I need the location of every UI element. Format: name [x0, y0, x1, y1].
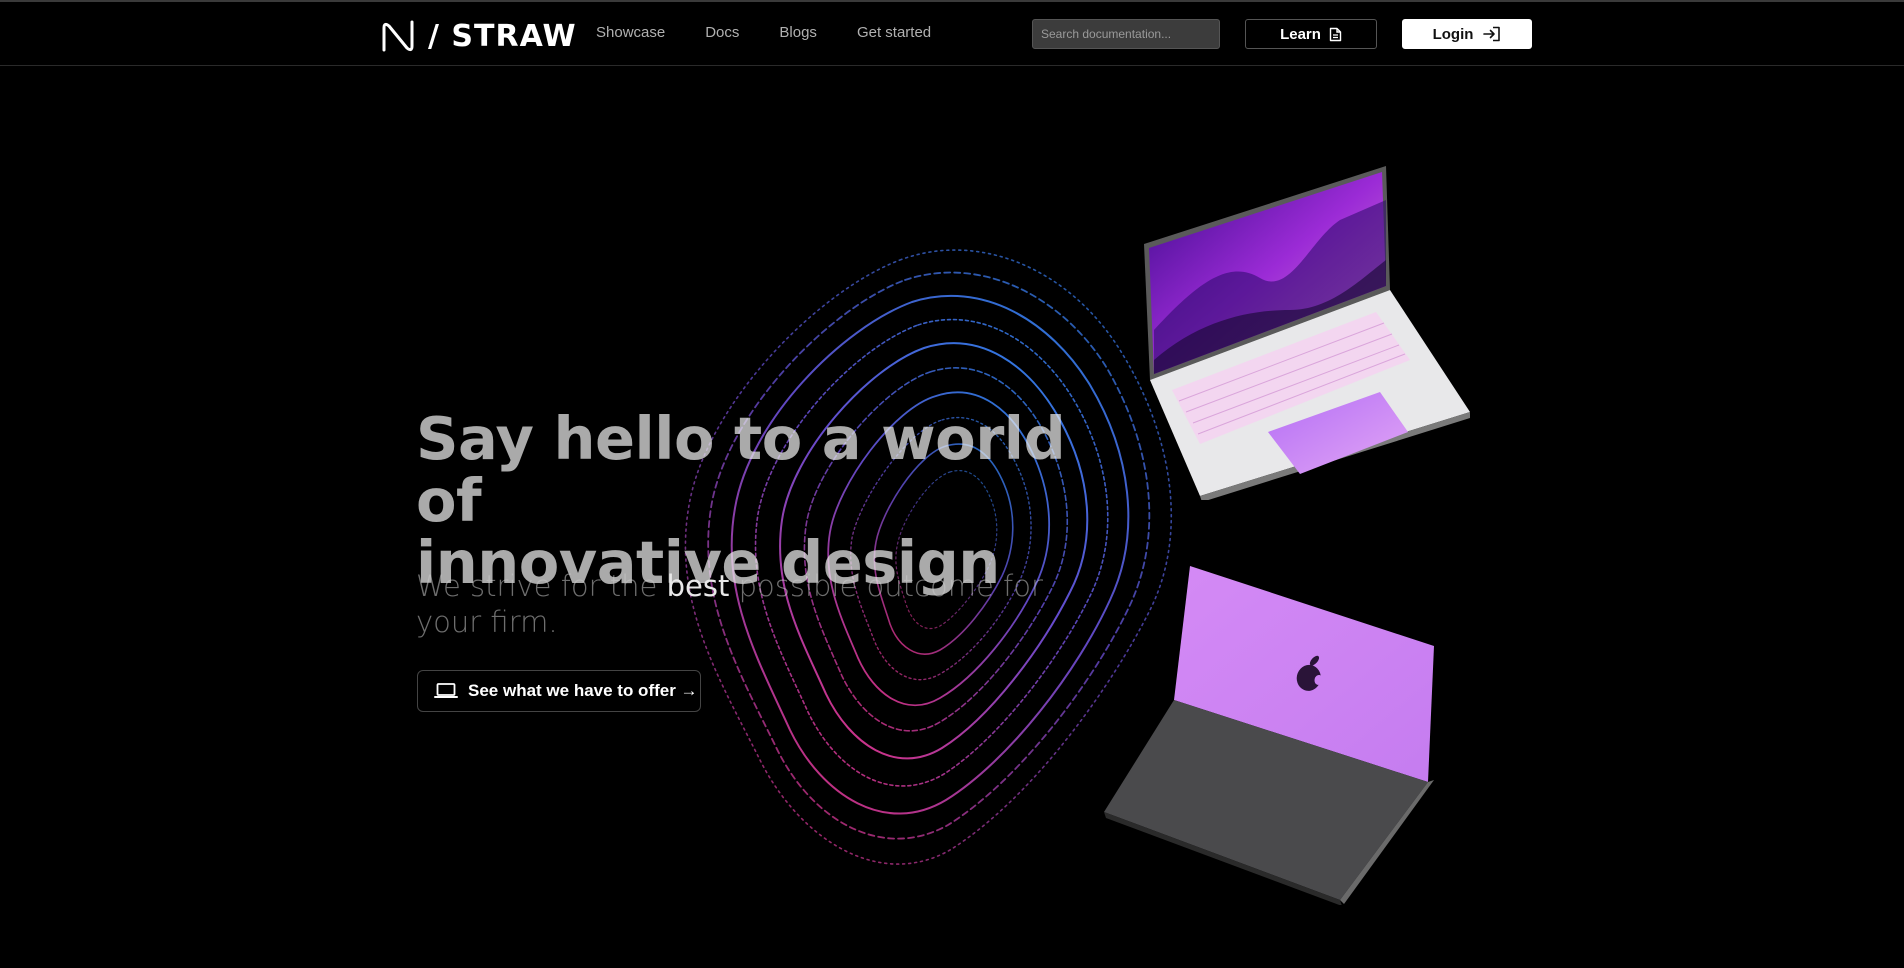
- nav-item-showcase[interactable]: Showcase: [596, 24, 665, 41]
- nav-item-docs[interactable]: Docs: [705, 24, 739, 41]
- hero-subtitle: We strive for the best possible outcome …: [416, 568, 1096, 640]
- laptop-icon: [434, 683, 458, 698]
- offer-cta-button[interactable]: See what we have to offer →: [417, 670, 701, 712]
- offer-cta-label: See what we have to offer →: [468, 681, 698, 700]
- navbar: / STRAW Showcase Docs Blogs Get started …: [0, 2, 1904, 66]
- brand-name: / STRAW: [428, 18, 577, 54]
- hero-subtitle-before: We strive for the: [416, 569, 667, 603]
- learn-button[interactable]: Learn: [1245, 19, 1377, 49]
- hero-title: Say hello to a world of innovative desig…: [416, 408, 1096, 594]
- open-laptop-image: [1144, 166, 1470, 500]
- closed-laptop-image: [1104, 566, 1434, 905]
- brand-logo[interactable]: / STRAW: [380, 16, 577, 56]
- logo-mark-icon: [382, 20, 414, 52]
- login-button-label: Login: [1432, 25, 1474, 43]
- learn-button-label: Learn: [1280, 25, 1321, 43]
- main-nav: Showcase Docs Blogs Get started: [596, 24, 971, 41]
- document-icon: [1329, 27, 1342, 41]
- hero-title-line1: Say hello to a world of: [416, 404, 1066, 535]
- search-input[interactable]: [1032, 19, 1220, 49]
- nav-item-get-started[interactable]: Get started: [857, 24, 931, 41]
- hero-subtitle-highlight: best: [666, 569, 730, 603]
- nav-item-blogs[interactable]: Blogs: [779, 24, 817, 41]
- login-button[interactable]: Login: [1402, 19, 1532, 49]
- login-icon: [1483, 26, 1501, 42]
